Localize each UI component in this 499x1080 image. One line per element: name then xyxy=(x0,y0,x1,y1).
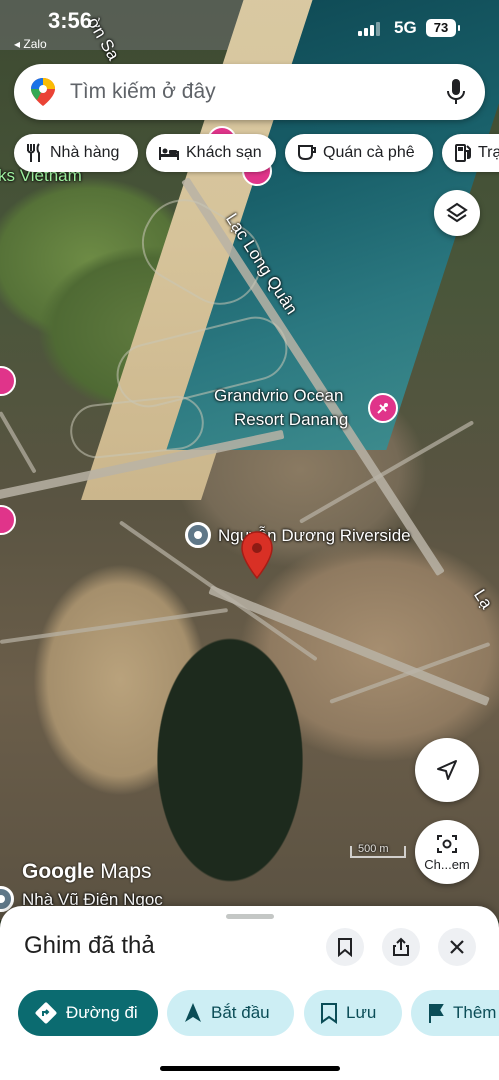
map-label-right-partial: Lạ xyxy=(470,586,497,613)
search-input[interactable]: Tìm kiếm ở đây xyxy=(70,80,216,104)
sheet-title: Ghim đã thả xyxy=(24,932,155,959)
map-scale-label: 500 m xyxy=(358,843,389,855)
bookmark-icon xyxy=(338,938,352,957)
navigation-arrow-icon xyxy=(185,1003,201,1022)
status-bar: 3:56 ◂ Zalo 5G 73 xyxy=(0,0,499,51)
directions-icon xyxy=(35,1002,57,1024)
coffee-icon xyxy=(298,145,316,160)
share-icon xyxy=(393,937,409,956)
start-label: Bắt đầu xyxy=(211,1003,270,1022)
save-icon-button[interactable] xyxy=(326,928,364,966)
street-view-icon xyxy=(437,834,457,853)
save-button[interactable]: Lưu xyxy=(304,990,402,1036)
sheet-drag-handle[interactable] xyxy=(226,914,274,919)
share-button[interactable] xyxy=(382,928,420,966)
chip-restaurants[interactable]: Nhà hàng xyxy=(14,134,138,172)
save-label: Lưu xyxy=(346,1003,377,1022)
gas-station-icon xyxy=(455,144,471,162)
status-time: 3:56 xyxy=(48,8,93,33)
back-to-app-link[interactable]: ◂ Zalo xyxy=(14,37,47,51)
action-buttons: Đường đi Bắt đầu Lưu Thêm xyxy=(0,990,499,1036)
start-button[interactable]: Bắt đầu xyxy=(167,990,294,1036)
bookmark-icon xyxy=(321,1003,337,1024)
layers-icon xyxy=(446,202,468,223)
google-maps-pin-icon xyxy=(31,78,55,106)
layers-button[interactable] xyxy=(434,190,480,236)
flag-icon xyxy=(429,1004,444,1023)
road-riverside xyxy=(208,585,490,707)
hotel-icon xyxy=(159,147,179,160)
map-label-resort-line1[interactable]: Grandvrio Ocean xyxy=(214,386,343,406)
road-minor xyxy=(0,608,229,644)
poi-marker[interactable] xyxy=(0,366,16,396)
close-icon xyxy=(450,940,464,954)
directions-label: Đường đi xyxy=(66,1003,138,1022)
google-maps-logo: Google Maps xyxy=(22,860,152,883)
navigation-arrow-icon xyxy=(437,760,457,780)
more-label: Thêm xyxy=(453,1003,497,1022)
signal-icon xyxy=(358,20,384,36)
category-chips: Nhà hàng Khách sạn Quán cà phê Trạ xyxy=(0,134,499,174)
map-label-resort-line2[interactable]: Resort Danang xyxy=(234,410,348,430)
battery-icon: 73 xyxy=(426,19,460,37)
place-poi-icon[interactable] xyxy=(185,522,211,548)
place-bottom-sheet[interactable]: Ghim đã thả Đường đi Bắt đầu Lưu Thêm xyxy=(0,906,499,1080)
chip-label: Khách sạn xyxy=(186,144,262,161)
street-view-label: Ch...em xyxy=(424,856,470,872)
road-minor xyxy=(0,411,37,474)
more-button[interactable]: Thêm xyxy=(411,990,499,1036)
chip-cafes[interactable]: Quán cà phê xyxy=(285,134,433,172)
chip-label: Nhà hàng xyxy=(50,144,120,161)
microphone-icon[interactable] xyxy=(445,78,467,106)
network-type: 5G xyxy=(394,18,417,37)
restaurant-icon xyxy=(27,143,40,162)
search-bar[interactable]: Tìm kiếm ở đây xyxy=(14,64,485,120)
close-button[interactable] xyxy=(438,928,476,966)
chip-label: Trạ xyxy=(478,144,499,161)
street-view-button[interactable]: Ch...em xyxy=(415,820,479,884)
home-indicator[interactable] xyxy=(160,1066,340,1071)
my-location-button[interactable] xyxy=(415,738,479,802)
chip-gas-stations[interactable]: Trạ xyxy=(442,134,499,172)
chip-label: Quán cà phê xyxy=(323,144,415,161)
directions-button[interactable]: Đường đi xyxy=(18,990,158,1036)
poi-marker[interactable] xyxy=(0,505,16,535)
chip-hotels[interactable]: Khách sạn xyxy=(146,134,276,172)
resort-poi-icon[interactable] xyxy=(368,393,398,423)
dropped-pin-icon[interactable] xyxy=(240,530,274,580)
